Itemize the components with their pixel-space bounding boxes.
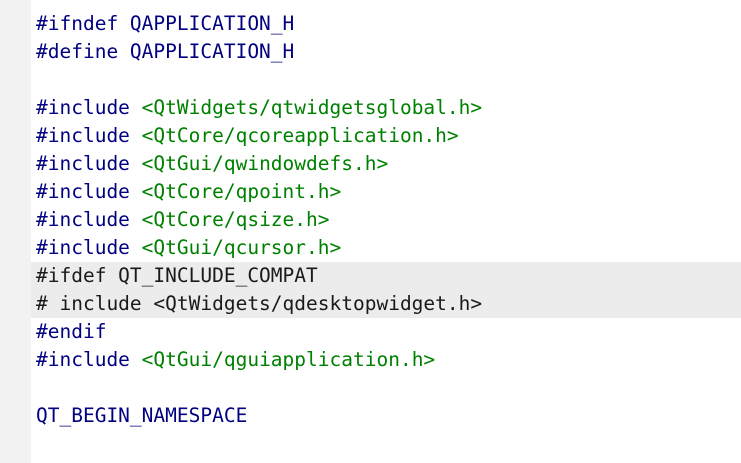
code-line-10-inactive[interactable]: #ifdef QT_INCLUDE_COMPAT	[31, 262, 741, 290]
code-line-2[interactable]: #define QAPPLICATION_H	[31, 38, 741, 66]
preprocessor-directive: #ifdef QT_INCLUDE_COMPAT	[36, 264, 318, 287]
code-line-3[interactable]	[31, 66, 741, 94]
preprocessor-directive: #include	[36, 96, 142, 119]
code-line-1[interactable]: #ifndef QAPPLICATION_H	[31, 10, 741, 38]
code-area[interactable]: #ifndef QAPPLICATION_H #define QAPPLICAT…	[31, 10, 741, 430]
include-path: <QtCore/qpoint.h>	[141, 180, 342, 203]
preprocessor-directive: QT_BEGIN_NAMESPACE	[36, 404, 248, 427]
code-line-15[interactable]: QT_BEGIN_NAMESPACE	[31, 402, 741, 430]
code-line-14[interactable]	[31, 374, 741, 402]
code-line-6[interactable]: #include <QtGui/qwindowdefs.h>	[31, 150, 741, 178]
include-path: <QtGui/qwindowdefs.h>	[141, 152, 389, 175]
code-line-5[interactable]: #include <QtCore/qcoreapplication.h>	[31, 122, 741, 150]
code-editor[interactable]: #ifndef QAPPLICATION_H #define QAPPLICAT…	[0, 0, 741, 463]
line-gutter	[0, 0, 31, 463]
code-line-9[interactable]: #include <QtGui/qcursor.h>	[31, 234, 741, 262]
preprocessor-directive: #define QAPPLICATION_H	[36, 40, 295, 63]
preprocessor-directive: #include	[36, 180, 142, 203]
code-line-8[interactable]: #include <QtCore/qsize.h>	[31, 206, 741, 234]
include-path: <QtGui/qguiapplication.h>	[141, 348, 436, 371]
preprocessor-directive: #include	[36, 236, 142, 259]
code-line-11-inactive[interactable]: # include <QtWidgets/qdesktopwidget.h>	[31, 290, 741, 318]
code-line-12[interactable]: #endif	[31, 318, 741, 346]
preprocessor-directive: #endif	[36, 320, 107, 343]
code-line-4[interactable]: #include <QtWidgets/qtwidgetsglobal.h>	[31, 94, 741, 122]
preprocessor-directive: #include	[36, 152, 142, 175]
preprocessor-directive: #include	[36, 124, 142, 147]
include-path: <QtWidgets/qtwidgetsglobal.h>	[141, 96, 483, 119]
preprocessor-directive: #include	[36, 208, 142, 231]
preprocessor-directive: #ifndef QAPPLICATION_H	[36, 12, 295, 35]
preprocessor-directive: #include	[36, 348, 142, 371]
include-path: <QtCore/qcoreapplication.h>	[141, 124, 459, 147]
include-path: <QtGui/qcursor.h>	[141, 236, 342, 259]
preprocessor-directive: # include <QtWidgets/qdesktopwidget.h>	[36, 292, 483, 315]
code-line-7[interactable]: #include <QtCore/qpoint.h>	[31, 178, 741, 206]
include-path: <QtCore/qsize.h>	[141, 208, 330, 231]
code-line-13[interactable]: #include <QtGui/qguiapplication.h>	[31, 346, 741, 374]
